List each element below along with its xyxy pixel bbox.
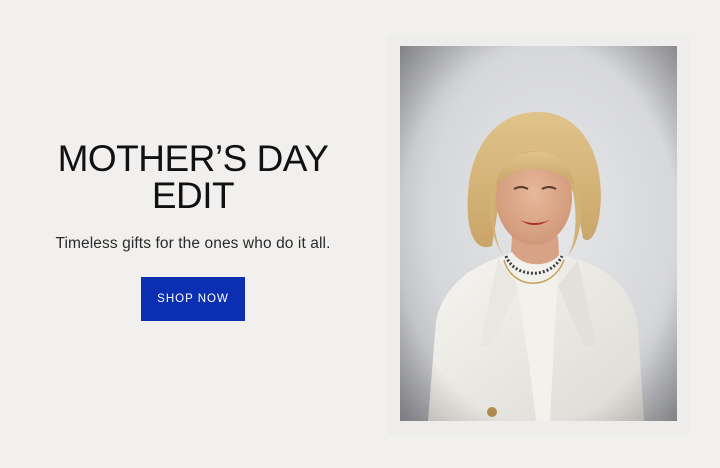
portrait-photo: [400, 46, 677, 421]
headline-line-1: MOTHER’S DAY: [57, 138, 329, 179]
promo-subheadline: Timeless gifts for the ones who do it al…: [55, 235, 331, 252]
headline-line-2: EDIT: [151, 175, 235, 216]
promo-banner: MOTHER’S DAY EDIT Timeless gifts for the…: [0, 0, 720, 468]
promo-headline: MOTHER’S DAY EDIT: [58, 140, 329, 214]
instant-photo-frame[interactable]: [388, 36, 688, 434]
shop-now-button[interactable]: SHOP NOW: [141, 277, 245, 321]
promo-copy: MOTHER’S DAY EDIT Timeless gifts for the…: [40, 140, 346, 321]
